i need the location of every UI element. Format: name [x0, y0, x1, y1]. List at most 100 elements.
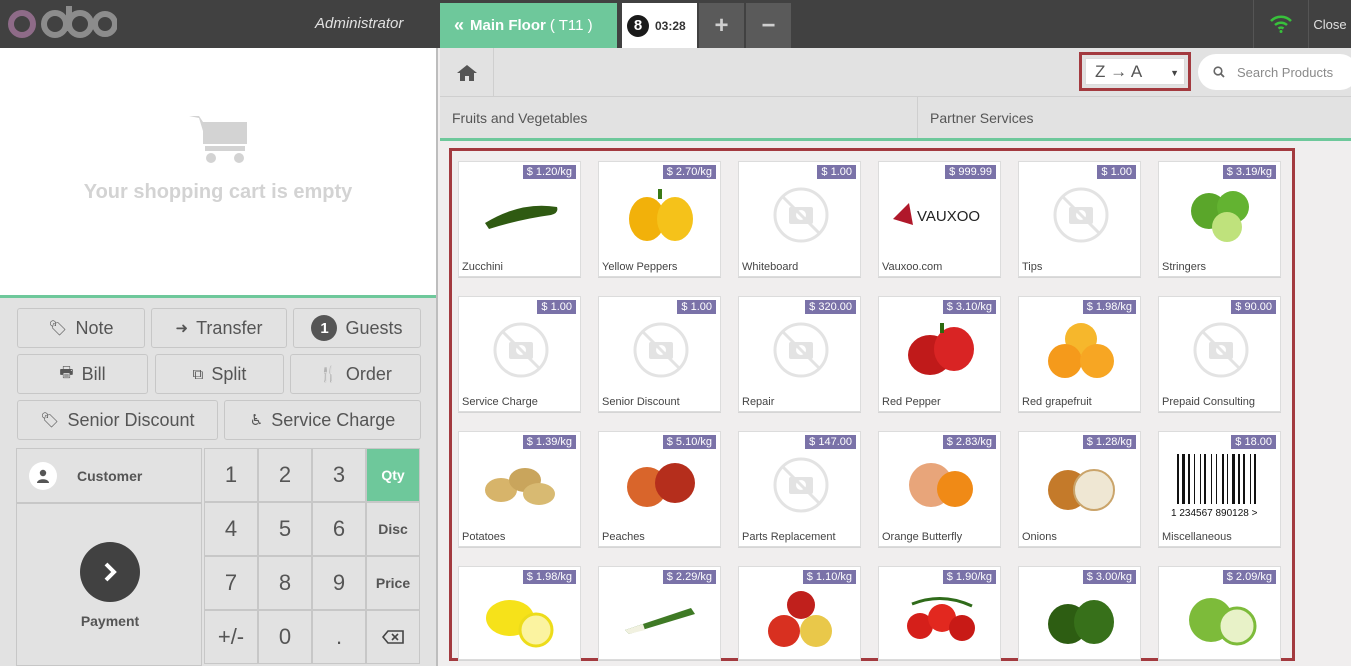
remove-order-button[interactable]: − [746, 3, 791, 48]
price-tag: $ 2.83/kg [942, 435, 996, 449]
product-tile[interactable]: $ 1.00 Whiteboard [738, 161, 861, 277]
product-image [599, 585, 720, 655]
numpad-key-3[interactable]: 3 [312, 448, 366, 502]
tag-icon: 🏷 [40, 412, 60, 429]
order-ticket[interactable]: 8 03:28 [622, 3, 697, 48]
product-tile[interactable]: $ 1.00 Tips [1018, 161, 1141, 277]
numpad-key-8[interactable]: 8 [258, 556, 312, 610]
price-tag: $ 147.00 [805, 435, 856, 449]
product-tile[interactable]: $ 2.29/kg [598, 566, 721, 660]
payment-label: Payment [80, 613, 140, 629]
ticket-time: 03:28 [655, 18, 686, 33]
product-tile[interactable]: $ 2.70/kg Yellow Peppers [598, 161, 721, 277]
product-tile[interactable]: $ 3.19/kg Stringers [1158, 161, 1281, 277]
product-tile[interactable]: $ 1.90/kg [878, 566, 1001, 660]
search-placeholder: Search Products [1237, 64, 1334, 80]
customer-button[interactable]: Customer [16, 448, 202, 503]
product-tile[interactable]: $ 90.00 Prepaid Consulting [1158, 296, 1281, 412]
product-name: Peaches [602, 531, 645, 543]
payment-button[interactable]: Payment [16, 503, 202, 666]
guests-count: 1 [311, 315, 338, 341]
table-label: ( T11 ) [549, 17, 593, 34]
bill-label: Bill [81, 363, 106, 384]
product-tile[interactable]: $ 147.00 Parts Replacement [738, 431, 861, 547]
numpad-key-5[interactable]: 5 [258, 502, 312, 556]
product-image [1019, 315, 1142, 385]
product-name: Repair [742, 396, 775, 408]
search-input[interactable]: Search Products [1198, 54, 1351, 90]
sort-select[interactable]: Z → A ▼ [1085, 58, 1185, 85]
product-tile[interactable]: $ 3.00/kg [1018, 566, 1141, 660]
price-mode-button[interactable]: Price [366, 556, 420, 610]
order-tab-main-floor[interactable]: « Main Floor ( T11 ) [440, 3, 617, 48]
product-tile[interactable]: $ 1.28/kg Onions [1018, 431, 1141, 547]
product-tile[interactable]: $ 1.39/kg Potatoes [458, 431, 581, 547]
product-name: Orange Butterfly [882, 531, 963, 543]
qty-mode-button[interactable]: Qty [366, 448, 420, 502]
price-tag: $ 1.39/kg [522, 435, 576, 449]
price-tag: $ 999.99 [945, 165, 996, 179]
floor-label: Main Floor [470, 17, 546, 34]
numpad-key-1[interactable]: 1 [204, 448, 258, 502]
sort-value: Z → A [1095, 61, 1143, 81]
home-button[interactable] [440, 48, 494, 97]
numpad-key-7[interactable]: 7 [204, 556, 258, 610]
svg-text:VAUXOO: VAUXOO [917, 208, 980, 225]
product-name: Red grapefruit [1022, 396, 1092, 408]
price-tag: $ 18.00 [1231, 435, 1276, 449]
disc-mode-button[interactable]: Disc [366, 502, 420, 556]
bill-button[interactable]: 🖶 Bill [17, 354, 148, 394]
product-name: Vauxoo.com [882, 261, 943, 273]
product-tile[interactable]: $ 1.98/kg Red grapefruit [1018, 296, 1141, 412]
numpad-key-9[interactable]: 9 [312, 556, 366, 610]
numpad-key-6[interactable]: 6 [312, 502, 366, 556]
category-partner-services[interactable]: Partner Services [918, 97, 1351, 138]
senior-discount-button[interactable]: 🏷 Senior Discount [17, 400, 218, 440]
wifi-status[interactable] [1253, 0, 1308, 48]
order-button[interactable]: 🍴 Order [290, 354, 421, 394]
split-button[interactable]: ⧉ Split [155, 354, 284, 394]
service-charge-button[interactable]: ♿ Service Charge [224, 400, 421, 440]
product-tile[interactable]: VAUXOO $ 999.99 Vauxoo.com [878, 161, 1001, 277]
product-tile[interactable]: $ 1.10/kg [738, 566, 861, 660]
user-icon [29, 461, 57, 490]
product-image [1019, 450, 1142, 520]
product-tile[interactable]: $ 1.20/kg Zucchini [458, 161, 581, 277]
product-tile[interactable]: $ 320.00 Repair [738, 296, 861, 412]
cutlery-icon: 🍴 [319, 366, 338, 383]
chevron-right-icon [80, 542, 140, 602]
product-image: 1 234567 890128 > [1159, 450, 1282, 520]
product-tile[interactable]: 1 234567 890128 > $ 18.00 Miscellaneous [1158, 431, 1281, 547]
dropdown-arrow-icon: ▼ [1170, 68, 1179, 78]
numpad-key-2[interactable]: 2 [258, 448, 312, 502]
senior-discount-label: Senior Discount [67, 409, 195, 430]
backspace-button[interactable] [366, 610, 420, 664]
note-button[interactable]: 🏷 Note [17, 308, 145, 348]
product-tile[interactable]: $ 5.10/kg Peaches [598, 431, 721, 547]
category-fruits-vegetables[interactable]: Fruits and Vegetables [440, 97, 918, 138]
split-label: Split [211, 363, 247, 384]
product-tile[interactable]: $ 3.10/kg Red Pepper [878, 296, 1001, 412]
numpad-key-dot[interactable]: . [312, 610, 366, 664]
product-tile[interactable]: $ 1.98/kg [458, 566, 581, 660]
guests-label: Guests [345, 317, 403, 338]
product-tile[interactable]: $ 2.09/kg [1158, 566, 1281, 660]
order-cart: Your shopping cart is empty [0, 48, 436, 298]
numpad-key-plus-minus[interactable]: +/- [204, 610, 258, 664]
product-name: Service Charge [462, 396, 538, 408]
accessibility-icon: ♿ [249, 412, 264, 429]
product-image [879, 450, 1002, 520]
guests-button[interactable]: 1 Guests [293, 308, 421, 348]
price-tag: $ 90.00 [1231, 300, 1276, 314]
add-order-button[interactable]: + [699, 3, 744, 48]
product-name: Onions [1022, 531, 1057, 543]
product-tile[interactable]: $ 1.00 Senior Discount [598, 296, 721, 412]
product-tile[interactable]: $ 1.00 Service Charge [458, 296, 581, 412]
numpad-key-4[interactable]: 4 [204, 502, 258, 556]
no-image-icon [739, 180, 862, 250]
close-button[interactable]: Close [1308, 0, 1351, 48]
product-image [599, 180, 722, 250]
product-tile[interactable]: $ 2.83/kg Orange Butterfly [878, 431, 1001, 547]
numpad-key-0[interactable]: 0 [258, 610, 312, 664]
transfer-button[interactable]: ➜ Transfer [151, 308, 287, 348]
